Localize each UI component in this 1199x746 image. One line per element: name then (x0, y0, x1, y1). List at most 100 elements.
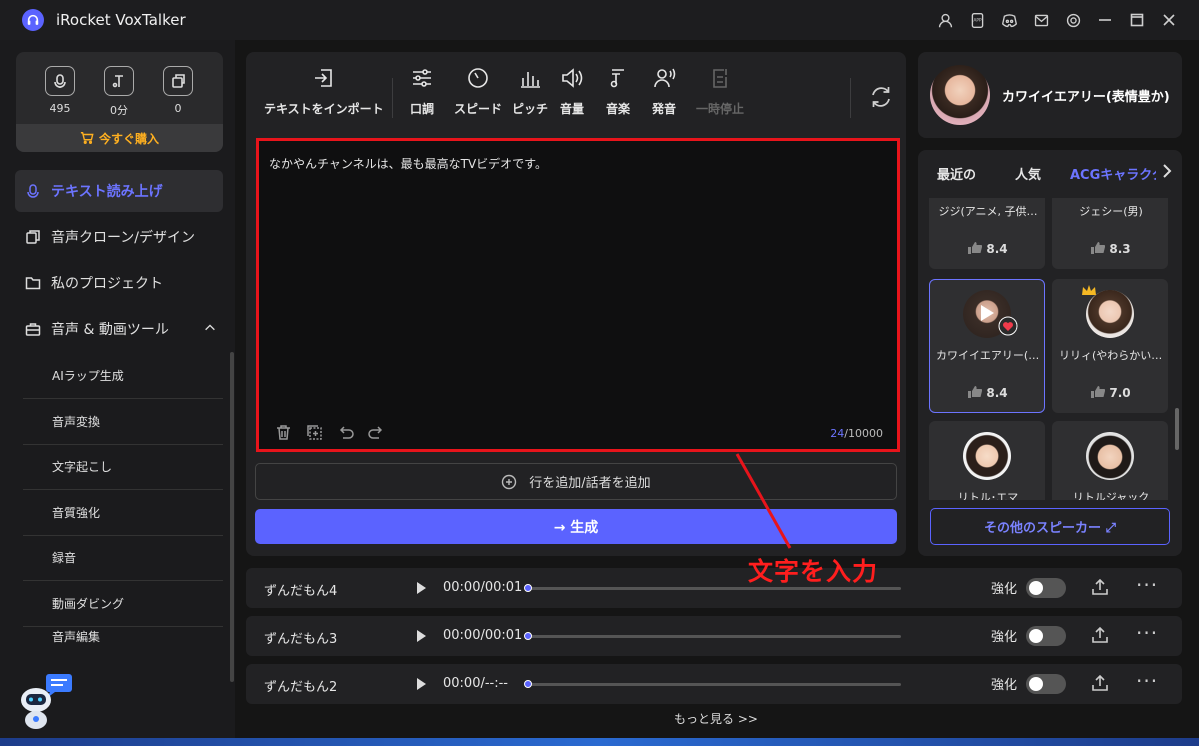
maximize-icon[interactable] (1127, 10, 1147, 30)
voice-card-5[interactable]: リトル･エマ (929, 421, 1045, 500)
audio-track-row[interactable]: ずんだもん4 00:00/00:01 強化 ··· (246, 568, 1182, 608)
speed-button[interactable]: スピード (454, 66, 502, 117)
nav-my-projects[interactable]: 私のプロジェクト (15, 262, 223, 304)
enhance-toggle[interactable] (1026, 674, 1066, 694)
nav-text-to-speech[interactable]: テキスト読み上げ (15, 170, 223, 212)
more-options-icon[interactable]: ··· (1136, 669, 1158, 693)
chatbot-icon[interactable] (18, 672, 74, 732)
stat-minutes: 0分 (103, 66, 135, 118)
tab-popular[interactable]: 人気 (1015, 164, 1041, 183)
crown-icon (1082, 285, 1096, 295)
voice-card-4-score-value: 7.0 (1109, 386, 1131, 400)
thumbs-up-icon (1091, 386, 1106, 398)
editor-text[interactable]: なかやんチャンネルは、最も最高なTVビデオです。 (269, 155, 547, 172)
music-button[interactable]: 音楽 (606, 66, 630, 117)
sub-record[interactable]: 録音 (23, 535, 223, 581)
voice-card-1-name: ジジ(アニメ, 子供… (938, 205, 1038, 218)
sub-ai-rap[interactable]: AIラップ生成 (23, 353, 223, 399)
folder-icon (25, 277, 41, 290)
redo-icon[interactable] (368, 424, 385, 441)
sub-video-dubbing[interactable]: 動画ダビング (23, 581, 223, 627)
progress-thumb[interactable] (524, 680, 532, 688)
speed-icon (468, 68, 488, 88)
plus-circle-icon (502, 474, 517, 489)
tab-acg-characters[interactable]: ACGキャラクター (1070, 164, 1156, 183)
tab-recent[interactable]: 最近の (937, 164, 976, 183)
more-options-icon[interactable]: ··· (1136, 573, 1158, 597)
export-icon[interactable] (1091, 626, 1109, 648)
char-counter: 24/10000 (830, 427, 883, 440)
account-icon[interactable] (935, 10, 955, 30)
audio-track-row[interactable]: ずんだもん3 00:00/00:01 強化 ··· (246, 616, 1182, 656)
sub-audio-edit[interactable]: 音声編集 (23, 626, 223, 646)
export-icon[interactable] (1091, 674, 1109, 696)
export-icon[interactable] (1091, 578, 1109, 600)
volume-button[interactable]: 音量 (560, 66, 584, 117)
pitch-button[interactable]: ピッチ (512, 66, 548, 117)
sidebar-scrollbar[interactable] (230, 352, 234, 682)
progress-thumb[interactable] (524, 584, 532, 592)
pitch-icon (521, 72, 540, 88)
settings-icon[interactable] (1063, 10, 1083, 30)
minimize-icon[interactable] (1095, 10, 1115, 30)
more-speakers-label: その他のスピーカー ⤢ (984, 521, 1116, 536)
nav-voice-clone-label: 音声クローン/デザイン (51, 230, 196, 246)
enhance-toggle[interactable] (1026, 626, 1066, 646)
show-more-link[interactable]: もっと見る >> (674, 710, 758, 727)
more-options-icon[interactable]: ··· (1136, 621, 1158, 645)
sub-audio-edit-label: 音声編集 (52, 630, 101, 644)
voice-card-3[interactable]: カワイイエアリー(表… 8.4 (929, 279, 1046, 413)
text-editor[interactable]: なかやんチャンネルは、最も最高なTVビデオです。 24/10000 (256, 138, 900, 452)
sub-transcribe[interactable]: 文字起こし (23, 444, 223, 490)
voice-card-4[interactable]: リリィ(やわらかい, … 7.0 (1052, 279, 1169, 413)
audio-track-row[interactable]: ずんだもん2 00:00/--:-- 強化 ··· (246, 664, 1182, 704)
discord-icon[interactable] (999, 10, 1019, 30)
more-speakers-button[interactable]: その他のスピーカー ⤢ (930, 508, 1170, 545)
sub-audio-enhance[interactable]: 音質強化 (23, 490, 223, 536)
close-icon[interactable] (1159, 10, 1179, 30)
play-icon[interactable] (975, 302, 997, 324)
nav-voice-clone[interactable]: 音声クローン/デザイン (15, 216, 223, 258)
progress-thumb[interactable] (524, 632, 532, 640)
chevron-right-icon[interactable] (1160, 163, 1174, 183)
tone-button[interactable]: 口調 (410, 66, 434, 117)
play-icon[interactable] (417, 678, 426, 690)
sub-video-dubbing-label: 動画ダビング (52, 597, 125, 611)
play-icon[interactable] (417, 582, 426, 594)
app-download-icon[interactable]: APP (967, 10, 987, 30)
mail-icon[interactable] (1031, 10, 1051, 30)
sub-transcribe-label: 文字起こし (52, 460, 113, 474)
enhance-toggle[interactable] (1026, 578, 1066, 598)
selected-speaker-card[interactable]: カワイイエアリー(表情豊か) (918, 52, 1182, 138)
nav-audio-video-tools[interactable]: 音声 & 動画ツール (15, 308, 223, 350)
favorite-heart-icon[interactable] (998, 316, 1018, 336)
undo-icon[interactable] (337, 424, 354, 441)
buy-now-button[interactable]: 今すぐ購入 (16, 124, 223, 152)
progress-track[interactable] (526, 683, 901, 686)
progress-track[interactable] (526, 635, 901, 638)
import-text-button[interactable]: テキストをインポート (264, 66, 384, 117)
add-block-icon[interactable] (306, 424, 323, 441)
voice-card-3-score-value: 8.4 (986, 386, 1008, 400)
trash-icon[interactable] (275, 424, 292, 441)
voice-grid: ジジ(アニメ, 子供… 8.4 ジェシー(男) 8.3 カワイイエアリー(表… … (918, 198, 1182, 500)
generate-button[interactable]: → 生成 (255, 509, 897, 544)
voice-card-1[interactable]: ジジ(アニメ, 子供… 8.4 (929, 198, 1045, 269)
pause-button[interactable]: 一時停止 (696, 66, 744, 117)
stat-minutes-value: 0分 (110, 104, 128, 117)
voice-card-6[interactable]: リトルジャック (1052, 421, 1168, 500)
music-label: 音楽 (606, 102, 631, 116)
generate-label: → 生成 (553, 519, 599, 536)
add-line-button[interactable]: 行を追加/話者を追加 (255, 463, 897, 500)
refresh-icon[interactable] (868, 84, 894, 110)
pronunciation-button[interactable]: 発音 (652, 66, 676, 117)
voice-grid-scrollbar[interactable] (1175, 408, 1179, 450)
desktop-wallpaper-strip (0, 738, 1199, 746)
play-icon[interactable] (417, 630, 426, 642)
chevron-up-icon[interactable] (203, 321, 217, 335)
clone-icon (26, 230, 40, 244)
voice-card-2[interactable]: ジェシー(男) 8.3 (1052, 198, 1168, 269)
window-edge (1187, 40, 1199, 746)
voice-card-3-score: 8.4 (930, 386, 1046, 400)
sub-voice-change[interactable]: 音声変換 (23, 399, 223, 445)
